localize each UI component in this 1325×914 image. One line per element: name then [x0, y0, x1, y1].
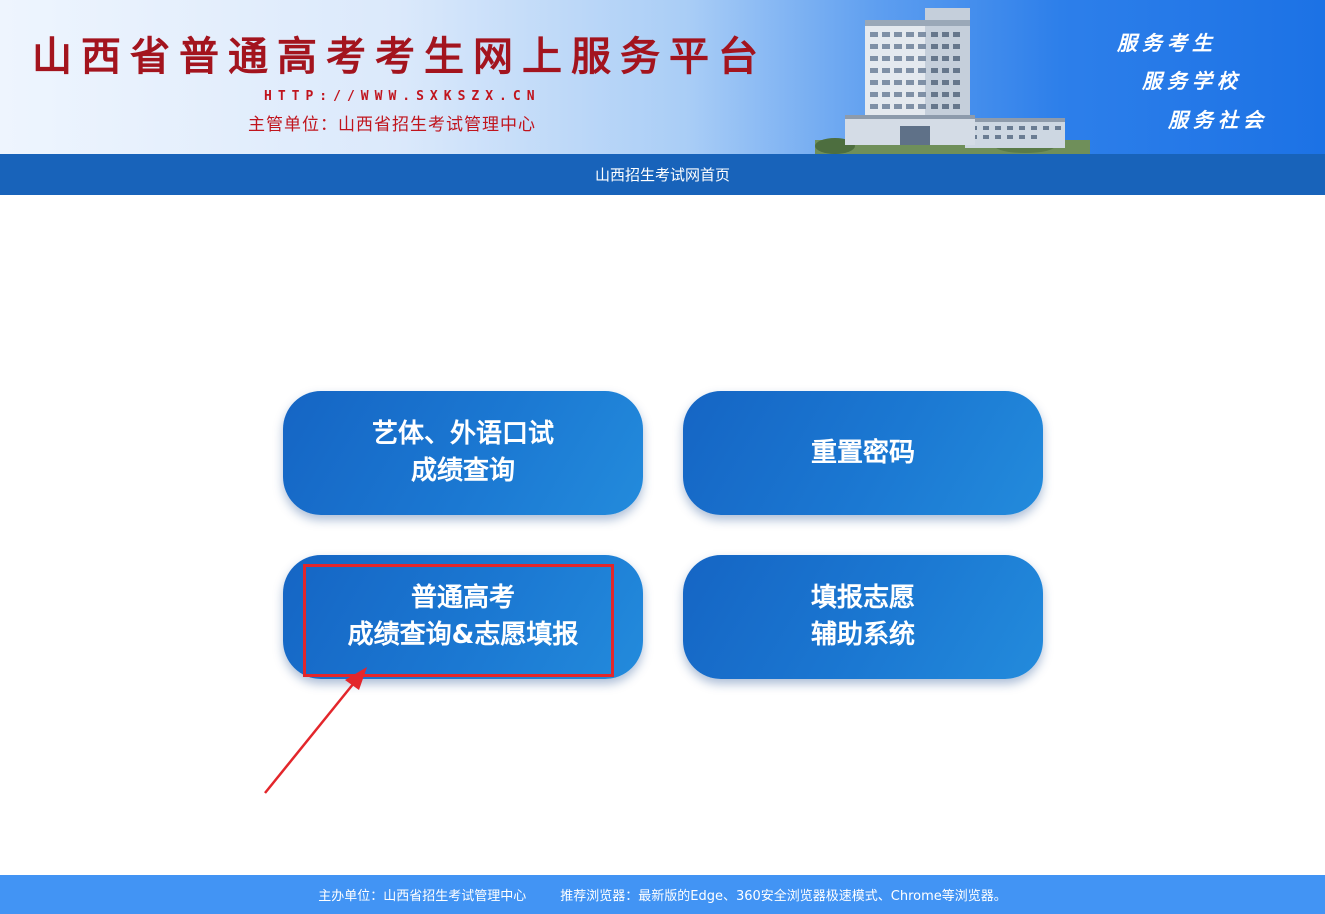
- footer-bar: 主办单位：山西省招生考试管理中心 推荐浏览器：最新版的Edge、360安全浏览器…: [0, 875, 1325, 914]
- slogan-serve-society: 服务社会: [1168, 108, 1268, 132]
- tile-label: 普通高考 成绩查询&志愿填报: [347, 583, 579, 650]
- header-banner: 山西省普通高考考生网上服务平台 HTTP://WWW.SXKSZX.CN 主管单…: [0, 0, 1325, 154]
- slogan-serve-students: 服务考生: [1117, 31, 1217, 55]
- building-illustration: [815, 8, 1090, 154]
- annotation-arrow-icon: [264, 667, 367, 794]
- art-oral-score-query-button[interactable]: 艺体、外语口试 成绩查询: [283, 391, 643, 515]
- footer-browser-tip: 推荐浏览器：最新版的Edge、360安全浏览器极速模式、Chrome等浏览器。: [560, 889, 1007, 904]
- footer-host: 主办单位：山西省招生考试管理中心: [318, 889, 527, 904]
- nav-bar: 山西招生考试网首页: [0, 154, 1325, 195]
- tile-label: 艺体、外语口试 成绩查询: [371, 419, 554, 486]
- score-query-and-application-button[interactable]: 普通高考 成绩查询&志愿填报: [283, 555, 643, 679]
- tile-label: 填报志愿 辅助系统: [810, 583, 915, 650]
- application-assist-system-button[interactable]: 填报志愿 辅助系统: [683, 555, 1043, 679]
- exam-site-home-link[interactable]: 山西招生考试网首页: [595, 164, 730, 185]
- slogan-serve-schools: 服务学校: [1142, 69, 1242, 93]
- supervising-org: 主管单位：山西省招生考试管理中心: [248, 115, 536, 135]
- site-title: 山西省普通高考考生网上服务平台: [32, 33, 767, 80]
- reset-password-button[interactable]: 重置密码: [683, 391, 1043, 515]
- site-url: HTTP://WWW.SXKSZX.CN: [264, 89, 541, 104]
- tile-label: 重置密码: [810, 437, 915, 468]
